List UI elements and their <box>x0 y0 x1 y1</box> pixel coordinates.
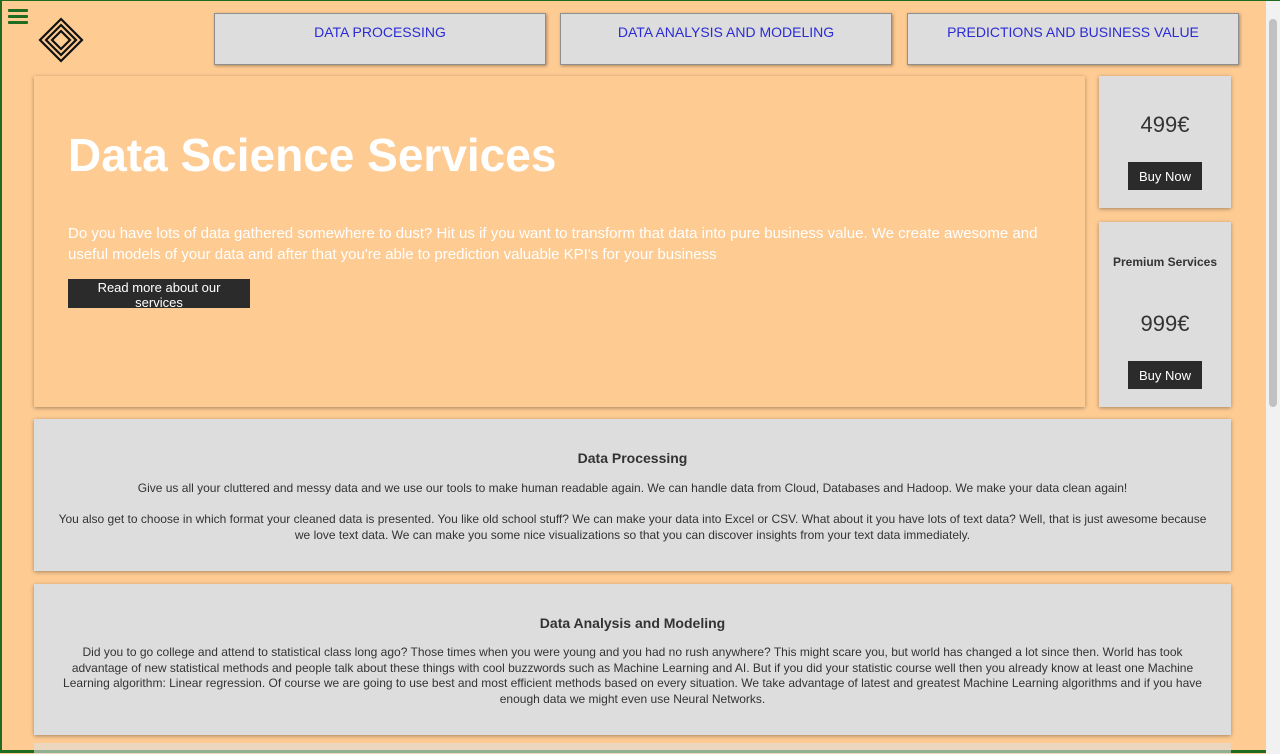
nav-data-analysis-modeling[interactable]: DATA ANALYSIS AND MODELING <box>560 13 892 65</box>
hero-description: Do you have lots of data gathered somewh… <box>68 225 1038 263</box>
section-data-analysis-modeling: Data Analysis and Modeling Did you to go… <box>34 584 1231 735</box>
nav-data-processing[interactable]: DATA PROCESSING <box>214 13 546 65</box>
price-card-basic: 499€ Buy Now <box>1099 76 1231 208</box>
price-value: 499€ <box>1140 112 1190 137</box>
price-card-premium: Premium Services 999€ Buy Now <box>1099 222 1231 407</box>
section-paragraph: Did you to go college and attend to stat… <box>63 645 1202 706</box>
section-title: Data Processing <box>577 450 688 466</box>
hero-title: Data Science Services <box>68 129 557 181</box>
vertical-scrollbar[interactable] <box>1266 1 1280 754</box>
nav-predictions-business-value[interactable]: PREDICTIONS AND BUSINESS VALUE <box>907 13 1239 65</box>
buy-now-button[interactable]: Buy Now <box>1128 361 1202 389</box>
hamburger-menu-icon[interactable] <box>8 9 28 25</box>
next-section-edge <box>34 743 1231 754</box>
section-paragraph: You also get to choose in which format y… <box>58 512 1207 542</box>
section-title: Data Analysis and Modeling <box>539 615 726 631</box>
read-more-button[interactable]: Read more about our services <box>68 279 250 310</box>
scrollbar-thumb[interactable] <box>1269 19 1277 407</box>
section-data-processing: Data Processing Give us all your clutter… <box>34 419 1231 571</box>
hero-section: Data Science Services Do you have lots o… <box>34 76 1085 407</box>
price-card-label: Premium Services <box>1112 255 1218 269</box>
diamond-logo-icon[interactable] <box>38 17 84 63</box>
section-paragraph: Give us all your cluttered and messy dat… <box>137 481 1128 495</box>
price-value: 999€ <box>1140 311 1190 336</box>
buy-now-button[interactable]: Buy Now <box>1128 162 1202 190</box>
